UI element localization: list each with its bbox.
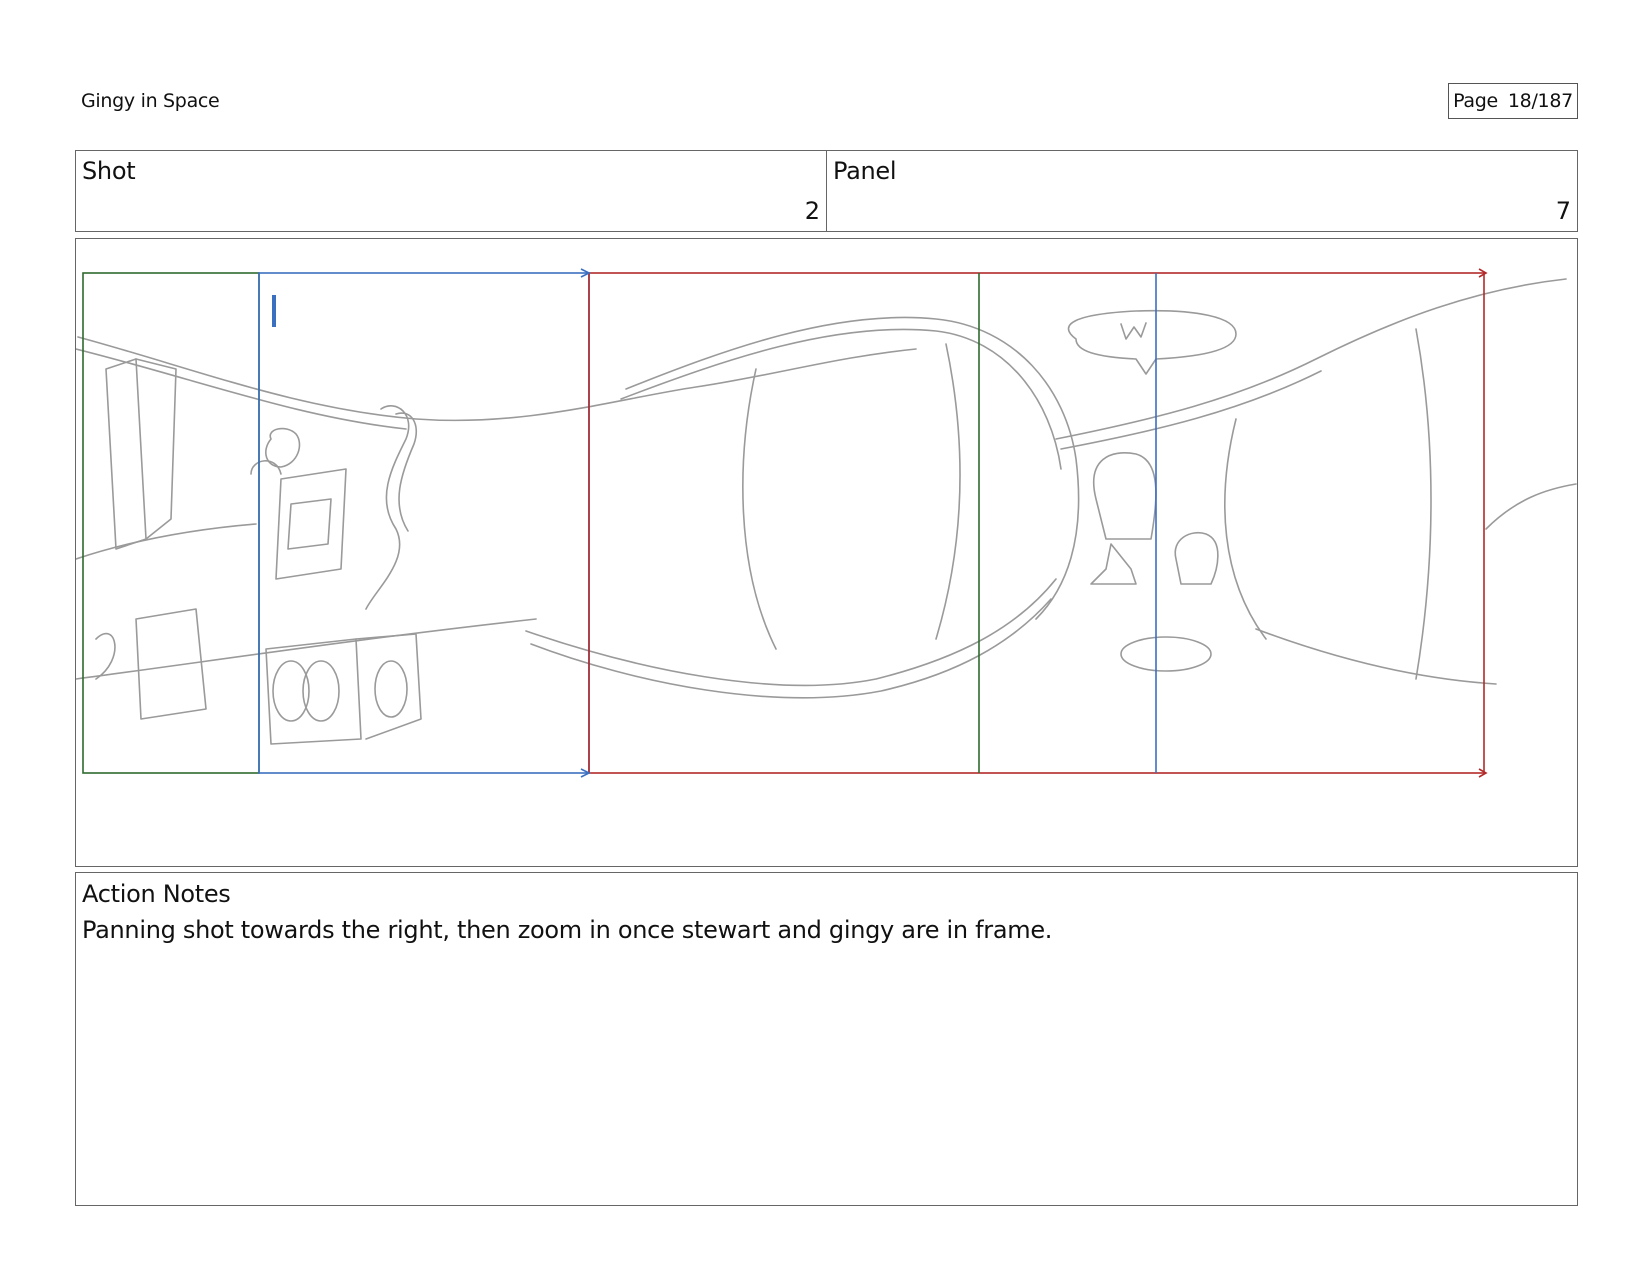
storyboard-sketch	[76, 268, 1577, 778]
shot-cell: Shot 2	[76, 151, 826, 231]
panel-label: Panel	[833, 157, 897, 185]
page-label: Page	[1453, 90, 1498, 112]
guide-frame-red-end	[588, 272, 1485, 774]
shot-number: 2	[804, 197, 820, 225]
action-notes-text: Panning shot towards the right, then zoo…	[82, 916, 1053, 944]
panel-number: 7	[1555, 197, 1571, 225]
shot-panel-header: Shot 2 Panel 7	[75, 150, 1578, 232]
guide-frame-green-start	[82, 272, 260, 774]
shot-label: Shot	[82, 157, 136, 185]
action-notes-box: Action Notes Panning shot towards the ri…	[75, 872, 1578, 1206]
page-number: 18/187	[1507, 90, 1573, 112]
document-title: Gingy in Space	[81, 90, 220, 112]
action-notes-label: Action Notes	[82, 880, 231, 908]
sketch-lines	[76, 278, 1577, 745]
page-indicator: Page 18/187	[1448, 83, 1578, 119]
panel-cell: Panel 7	[826, 151, 1577, 231]
storyboard-frame	[75, 238, 1578, 867]
